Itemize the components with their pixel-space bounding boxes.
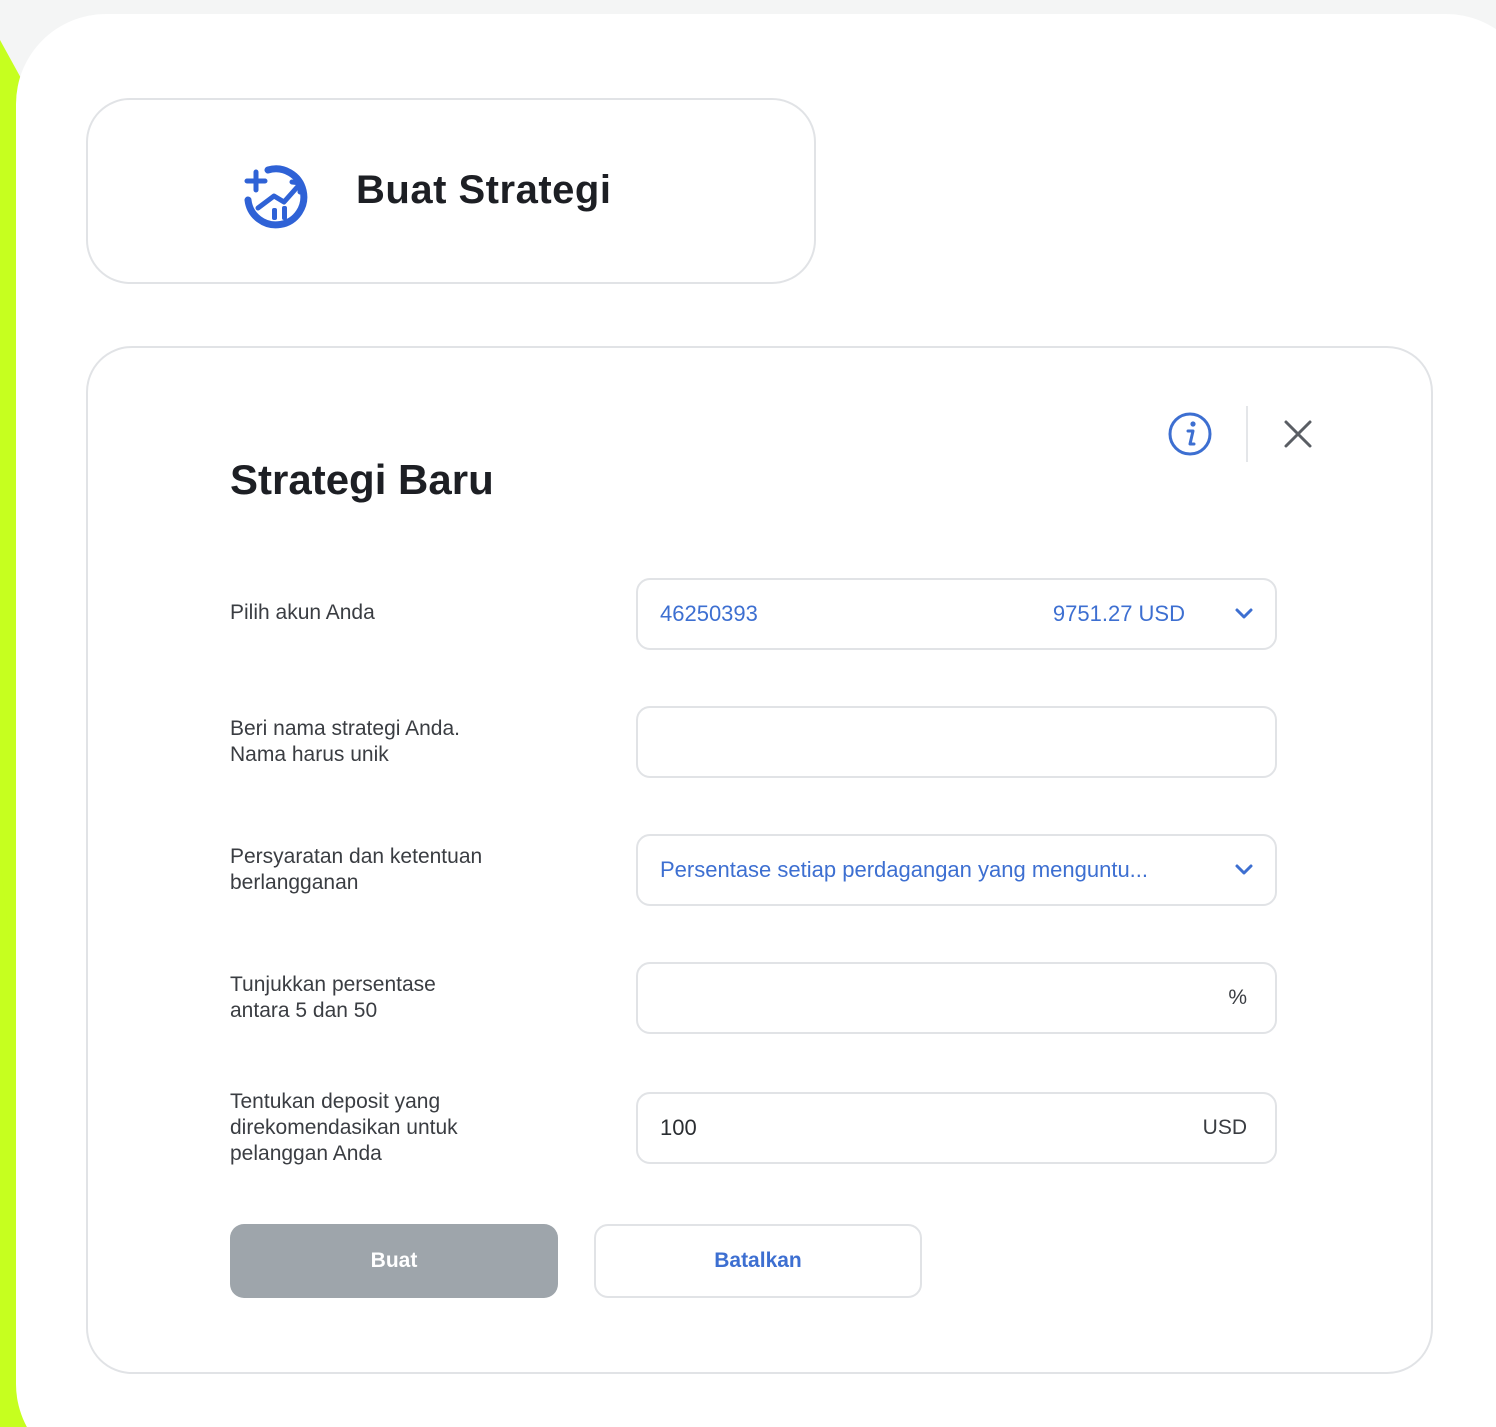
header-title: Buat Strategi xyxy=(356,168,612,212)
currency-suffix: USD xyxy=(1202,1116,1247,1139)
form-title: Strategi Baru xyxy=(230,456,494,503)
strategy-name-input[interactable] xyxy=(638,708,1275,776)
info-icon[interactable] xyxy=(1166,410,1214,458)
strategy-name-label: Beri nama strategi Anda. Nama harus unik xyxy=(230,717,460,766)
header-divider xyxy=(1246,406,1248,462)
close-icon[interactable] xyxy=(1280,416,1316,452)
account-label: Pilih akun Anda xyxy=(230,601,375,624)
percentage-label: Tunjukkan persentase antara 5 dan 50 xyxy=(230,973,436,1022)
account-number: 46250393 xyxy=(660,601,758,626)
account-balance: 9751.27 USD xyxy=(1052,601,1185,626)
chevron-down-icon xyxy=(1235,864,1253,875)
cancel-button[interactable]: Batalkan xyxy=(594,1224,922,1298)
new-strategy-form: Strategi Baru Pilih akun Anda 46250393 9… xyxy=(86,346,1433,1374)
create-strategy-header-card[interactable]: Buat Strategi xyxy=(86,98,816,284)
account-select[interactable]: 46250393 9751.27 USD xyxy=(636,578,1277,650)
subscription-terms-value: Persentase setiap perdagangan yang mengu… xyxy=(660,857,1149,882)
deposit-value[interactable]: 100 xyxy=(660,1094,697,1162)
strategy-name-field[interactable] xyxy=(636,706,1277,778)
chevron-down-icon xyxy=(1235,608,1253,619)
percentage-field[interactable]: % xyxy=(636,962,1277,1034)
percentage-input[interactable] xyxy=(638,964,1275,1032)
create-button[interactable]: Buat xyxy=(230,1224,558,1298)
subscription-terms-label: Persyaratan dan ketentuan berlangganan xyxy=(230,845,483,894)
add-strategy-chart-icon xyxy=(244,165,308,229)
deposit-field[interactable]: 100 USD xyxy=(636,1092,1277,1164)
deposit-label: Tentukan deposit yang direkomendasikan u… xyxy=(230,1090,458,1165)
subscription-terms-select[interactable]: Persentase setiap perdagangan yang mengu… xyxy=(636,834,1277,906)
percent-suffix: % xyxy=(1228,986,1247,1009)
